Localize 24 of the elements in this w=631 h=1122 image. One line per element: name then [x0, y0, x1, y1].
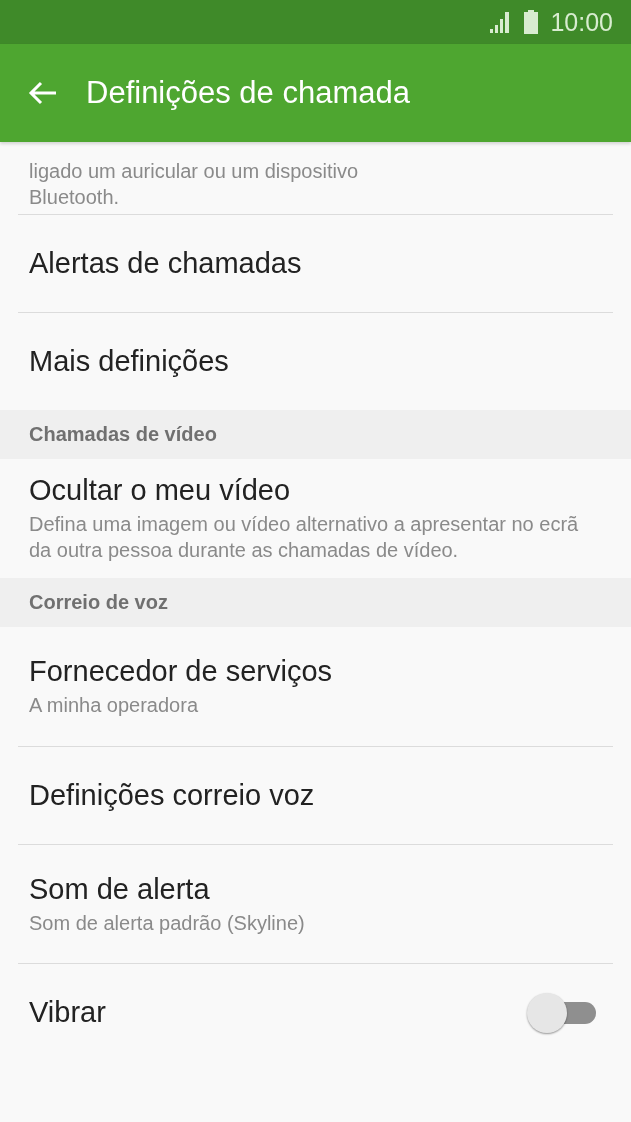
setting-row[interactable]: Som de alerta Som de alerta padrão (Skyline): [18, 844, 613, 963]
setting-description: Bluetooth.: [29, 185, 121, 210]
setting-row[interactable]: Definições correio voz: [18, 746, 613, 844]
setting-description: Defina uma imagem ou vídeo alternativo a apresentar no ecrã da outra pessoa durante as chamadas de vídeo.: [29, 512, 580, 563]
setting-title: Som de alerta: [29, 872, 211, 906]
setting-description: A minha operadora: [29, 693, 199, 718]
status-time: 10:00: [550, 7, 613, 37]
battery-icon: [524, 10, 539, 34]
screen-title: Definições de chamada: [86, 75, 410, 111]
section-header: Chamadas de vídeo: [0, 410, 631, 459]
setting-row[interactable]: Alertas de chamadas: [18, 214, 613, 312]
setting-title: Mais definições: [29, 345, 229, 378]
setting-description: Som de alerta padrão (Skyline): [29, 910, 305, 936]
setting-row[interactable]: Fornecedor de serviços A minha operadora: [18, 627, 613, 746]
toggle-switch[interactable]: [526, 991, 598, 1034]
setting-title: Vibrar: [29, 996, 106, 1029]
setting-row[interactable]: Ocultar o meu vídeo Defina uma imagem ou vídeo alternativo a apresentar no ecrã da outra pessoa durante as chamadas de vídeo.: [18, 459, 613, 578]
setting-description: ligado um auricular ou um dispositivo: [29, 159, 360, 184]
section-header: Correio de voz: [0, 578, 631, 627]
setting-title: Definições correio voz: [29, 779, 315, 812]
setting-title: Ocultar o meu vídeo: [29, 474, 292, 507]
setting-title: Fornecedor de serviços: [29, 655, 333, 688]
setting-row[interactable]: Vibrar: [18, 963, 613, 1061]
setting-title: Alertas de chamadas: [29, 247, 302, 280]
